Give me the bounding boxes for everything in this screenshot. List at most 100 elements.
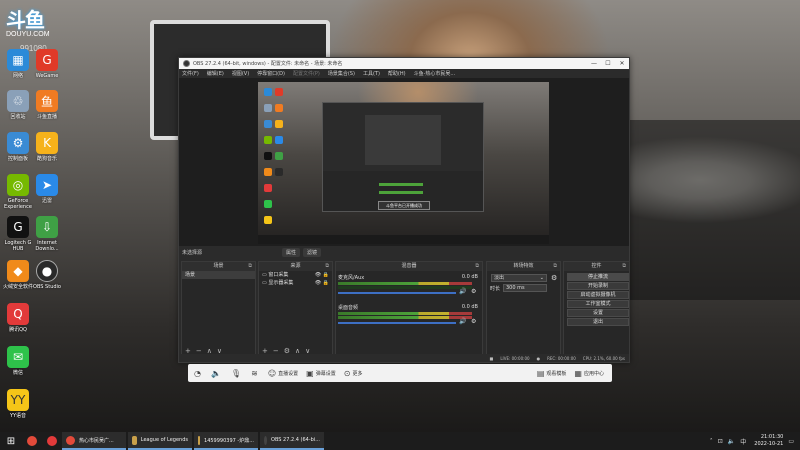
geforce-icon: ◎ xyxy=(7,174,29,196)
duration-spinbox[interactable]: 300 ms xyxy=(503,284,547,292)
menu-profile[interactable]: 配置文件(P) xyxy=(293,70,320,77)
more-label: 更多 xyxy=(352,370,363,377)
studio-mode-button[interactable]: 工作室模式 xyxy=(567,300,629,308)
eye-lock-icons[interactable]: 👁 🔒 xyxy=(315,271,329,279)
transition-select[interactable]: 淡出 ⌄ xyxy=(491,274,547,282)
danmaku-icon: ▣ xyxy=(306,368,314,378)
notification-icon[interactable]: ▭ xyxy=(788,438,794,445)
clock[interactable]: 21:01:30 2022-10-21 xyxy=(754,434,783,448)
properties-button[interactable]: 属性 xyxy=(282,247,301,257)
app-center-button[interactable]: ▦ 应用中心 xyxy=(574,369,604,378)
task-label: OBS 27.2.4 (64-bi... xyxy=(271,437,320,443)
volume-icon[interactable]: 🔈 xyxy=(728,438,735,445)
tray-chevron-icon[interactable]: ˄ xyxy=(710,438,713,445)
dock-undock-icon[interactable]: ⧉ xyxy=(553,262,557,271)
controls-dock-header: 控件 ⧉ xyxy=(564,262,629,271)
view-template-label: 观看模板 xyxy=(546,370,567,377)
source-item[interactable]: ▭ 显示器采集 👁 🔒 xyxy=(259,279,332,287)
pinned-app[interactable] xyxy=(22,432,42,450)
maximize-button[interactable]: ☐ xyxy=(601,58,615,69)
transitions-dock-header: 转场特效 ⧉ xyxy=(487,262,560,271)
menu-file[interactable]: 文件(F) xyxy=(182,70,199,77)
menu-docks[interactable]: 停靠窗口(D) xyxy=(257,70,285,77)
desktop-icon-yy[interactable]: YY YY语音 xyxy=(1,389,35,419)
desktop-icon-obs[interactable]: ● OBS Studio xyxy=(30,260,64,290)
speaker-icon[interactable]: 🔊 xyxy=(459,318,466,325)
dock-undock-icon[interactable]: ⧉ xyxy=(622,262,626,271)
desktop-icon-qq[interactable]: Q 腾讯QQ xyxy=(1,303,35,333)
stream-preview[interactable]: 斗鱼平台已开播成功 xyxy=(258,82,549,244)
desktop-icon-wechat[interactable]: ✉ 微信 xyxy=(1,346,35,376)
desktop-icon-douyu-live[interactable]: 鱼 斗鱼直播 xyxy=(30,90,64,120)
dock-undock-icon[interactable]: ⧉ xyxy=(325,262,329,271)
desktop-icon-idm[interactable]: ⇩ Internet Downlo... xyxy=(30,216,64,252)
wallpaper-shelf xyxy=(630,120,800,300)
danmaku-settings-button[interactable]: ▣ 弹幕设置 xyxy=(306,369,336,378)
taskbar-task-browser[interactable]: 热心市民吴广... xyxy=(62,432,126,450)
desktop-icon-xunlei[interactable]: ➤ 迅雷 xyxy=(30,174,64,204)
transition-gear-icon[interactable]: ⚙ xyxy=(551,274,557,282)
microphone-button[interactable]: 🎙 xyxy=(231,369,243,378)
speaker-icon[interactable]: 🔊 xyxy=(459,288,466,295)
eye-lock-icons[interactable]: 👁 🔒 xyxy=(315,279,329,287)
pinned-app-icon xyxy=(47,436,57,446)
network-icon[interactable]: ⊡ xyxy=(718,438,723,445)
transition-selected: 淡出 xyxy=(494,275,505,281)
volume-slider[interactable] xyxy=(338,292,456,294)
exit-button[interactable]: 退出 xyxy=(567,318,629,326)
menu-edit[interactable]: 编辑(E) xyxy=(207,70,224,77)
scene-item[interactable]: 场景 xyxy=(182,271,255,279)
menu-tools[interactable]: 工具(T) xyxy=(363,70,380,77)
dock-undock-icon[interactable]: ⧉ xyxy=(248,262,252,271)
taskbar-task-lol-client[interactable]: 1459990397 -炉鼎... xyxy=(194,432,258,450)
more-icon: ⊙ xyxy=(343,368,351,378)
menu-view[interactable]: 视图(V) xyxy=(232,70,249,77)
desktop-icon-wegame[interactable]: G WeGame xyxy=(30,49,64,79)
source-item[interactable]: ▭ 窗口采集 👁 🔒 xyxy=(259,271,332,279)
ime-icon[interactable]: 中 xyxy=(740,437,746,446)
windows-taskbar: ⊞ 热心市民吴广... League of Legends 1459990397… xyxy=(0,432,800,450)
desktop-icon-kugou[interactable]: K 酷狗音乐 xyxy=(30,132,64,162)
obs-window-title: OBS 27.2.4 (64-bit, windows) - 配置文件: 未命名… xyxy=(193,61,343,67)
start-button[interactable]: ⊞ xyxy=(0,432,22,450)
nested-meter xyxy=(379,183,423,186)
filters-button[interactable]: 滤镜 xyxy=(303,247,322,257)
start-recording-button[interactable]: 开始录制 xyxy=(567,282,629,290)
stop-streaming-button[interactable]: 停止推流 xyxy=(567,273,629,281)
live-toolbar-logo[interactable]: ◔ xyxy=(194,369,203,378)
close-button[interactable]: ✕ xyxy=(615,58,629,69)
live-settings-button[interactable]: ☺ 直播设置 xyxy=(268,369,298,378)
taskbar-task-obs[interactable]: OBS 27.2.4 (64-bi... xyxy=(260,432,324,450)
obs-icon: ● xyxy=(36,260,58,282)
nested-meter xyxy=(379,191,423,194)
dock-undock-icon[interactable]: ⧉ xyxy=(475,262,479,271)
menu-scene-collection[interactable]: 场景集合(S) xyxy=(328,70,355,77)
volume-button[interactable]: ≋ xyxy=(251,369,260,378)
xunlei-icon: ➤ xyxy=(36,174,58,196)
menu-help[interactable]: 帮助(H) xyxy=(388,70,406,77)
gear-icon[interactable]: ⚙ xyxy=(471,288,476,295)
menu-douyu-account[interactable]: 斗鱼-热心市民吴... xyxy=(414,70,456,77)
gear-icon[interactable]: ⚙ xyxy=(471,318,476,325)
sources-dock: 来源 ⧉ ▭ 窗口采集 👁 🔒 ▭ 显示器采集 👁 🔒 + − ⚙ ∧ ∨ xyxy=(258,261,333,357)
pinned-app[interactable] xyxy=(42,432,62,450)
source-label: 显示器采集 xyxy=(268,280,294,286)
audio-button[interactable]: 🔈 xyxy=(211,369,223,378)
settings-button[interactable]: 设置 xyxy=(567,309,629,317)
scenes-title: 场景 xyxy=(213,263,224,269)
danmaku-settings-label: 弹幕设置 xyxy=(315,370,336,377)
nested-icon xyxy=(264,152,272,160)
nested-icon xyxy=(275,136,283,144)
douyu-live-icon: 鱼 xyxy=(36,90,58,112)
taskbar-task-lol[interactable]: League of Legends xyxy=(128,432,192,450)
live-settings-icon: ☺ xyxy=(267,368,277,378)
nested-icon xyxy=(275,88,283,96)
view-template-button[interactable]: ▤ 观看模板 xyxy=(537,369,567,378)
more-button[interactable]: ⊙ 更多 xyxy=(344,369,363,378)
volume-slider[interactable] xyxy=(338,322,456,324)
obs-titlebar[interactable]: OBS 27.2.4 (64-bit, windows) - 配置文件: 未命名… xyxy=(179,58,629,69)
start-virtual-camera-button[interactable]: 启动虚拟摄像机 xyxy=(567,291,629,299)
minimize-button[interactable]: — xyxy=(587,58,601,69)
sources-title: 来源 xyxy=(290,263,301,269)
source-toolbar: 未选择源 属性 滤镜 xyxy=(179,246,629,258)
